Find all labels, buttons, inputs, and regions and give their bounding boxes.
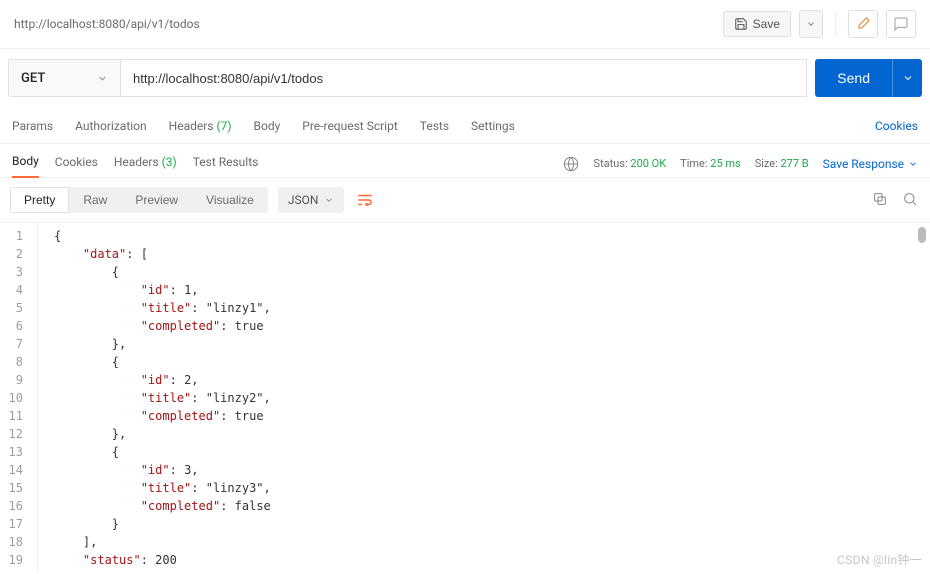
save-response-dropdown[interactable]: Save Response <box>823 157 918 171</box>
search-icon <box>902 191 918 207</box>
send-button[interactable]: Send <box>815 59 892 97</box>
search-button[interactable] <box>902 191 918 210</box>
chevron-down-icon <box>97 73 108 84</box>
request-title: http://localhost:8080/api/v1/todos <box>14 17 723 31</box>
response-body[interactable]: 12345678910111213141516171819 { "data": … <box>0 223 930 571</box>
resp-tab-cookies[interactable]: Cookies <box>55 151 98 177</box>
resp-tab-headers[interactable]: Headers (3) <box>114 151 177 177</box>
scrollbar-thumb[interactable] <box>918 227 926 243</box>
url-input[interactable] <box>120 59 807 97</box>
tab-settings[interactable]: Settings <box>471 111 515 143</box>
send-dropdown[interactable] <box>892 59 922 97</box>
save-label: Save <box>753 17 780 31</box>
line-gutter: 12345678910111213141516171819 <box>0 223 38 571</box>
format-select[interactable]: JSON <box>278 187 345 213</box>
view-preview[interactable]: Preview <box>121 187 192 213</box>
wrap-icon <box>356 191 374 209</box>
view-pretty[interactable]: Pretty <box>10 187 69 213</box>
divider <box>835 12 836 36</box>
http-method-value: GET <box>21 71 45 86</box>
copy-icon <box>872 191 888 207</box>
chevron-down-icon <box>902 72 914 84</box>
tab-headers[interactable]: Headers (7) <box>169 111 232 143</box>
tab-body[interactable]: Body <box>254 111 281 143</box>
save-dropdown[interactable] <box>799 10 823 38</box>
chevron-down-icon <box>908 159 918 169</box>
comment-icon <box>893 16 909 32</box>
headers-count: (7) <box>216 119 231 133</box>
view-visualize[interactable]: Visualize <box>192 187 268 213</box>
network-icon[interactable] <box>562 155 580 173</box>
tab-prerequest[interactable]: Pre-request Script <box>302 111 397 143</box>
tab-params[interactable]: Params <box>12 111 53 143</box>
status-block: Status: 200 OK <box>594 157 667 170</box>
resp-tab-body[interactable]: Body <box>12 150 39 178</box>
resp-headers-count: (3) <box>162 155 177 169</box>
chevron-down-icon <box>324 195 334 205</box>
time-block: Time: 25 ms <box>680 157 741 170</box>
save-icon <box>734 17 748 31</box>
view-raw[interactable]: Raw <box>69 187 121 213</box>
edit-button[interactable] <box>848 10 878 38</box>
resp-tab-test-results[interactable]: Test Results <box>193 151 259 177</box>
chevron-down-icon <box>806 19 816 29</box>
view-mode-group: Pretty Raw Preview Visualize <box>10 187 268 213</box>
comment-button[interactable] <box>886 10 916 38</box>
copy-button[interactable] <box>872 191 888 210</box>
tab-authorization[interactable]: Authorization <box>75 111 147 143</box>
http-method-select[interactable]: GET <box>8 59 120 97</box>
pencil-icon <box>855 16 871 32</box>
save-button[interactable]: Save <box>723 11 791 37</box>
cookies-link[interactable]: Cookies <box>875 111 918 143</box>
size-block: Size: 277 B <box>755 157 809 170</box>
tab-tests[interactable]: Tests <box>420 111 449 143</box>
code-content: { "data": [ { "id": 1, "title": "linzy1"… <box>38 223 930 571</box>
wrap-lines-button[interactable] <box>350 186 380 214</box>
